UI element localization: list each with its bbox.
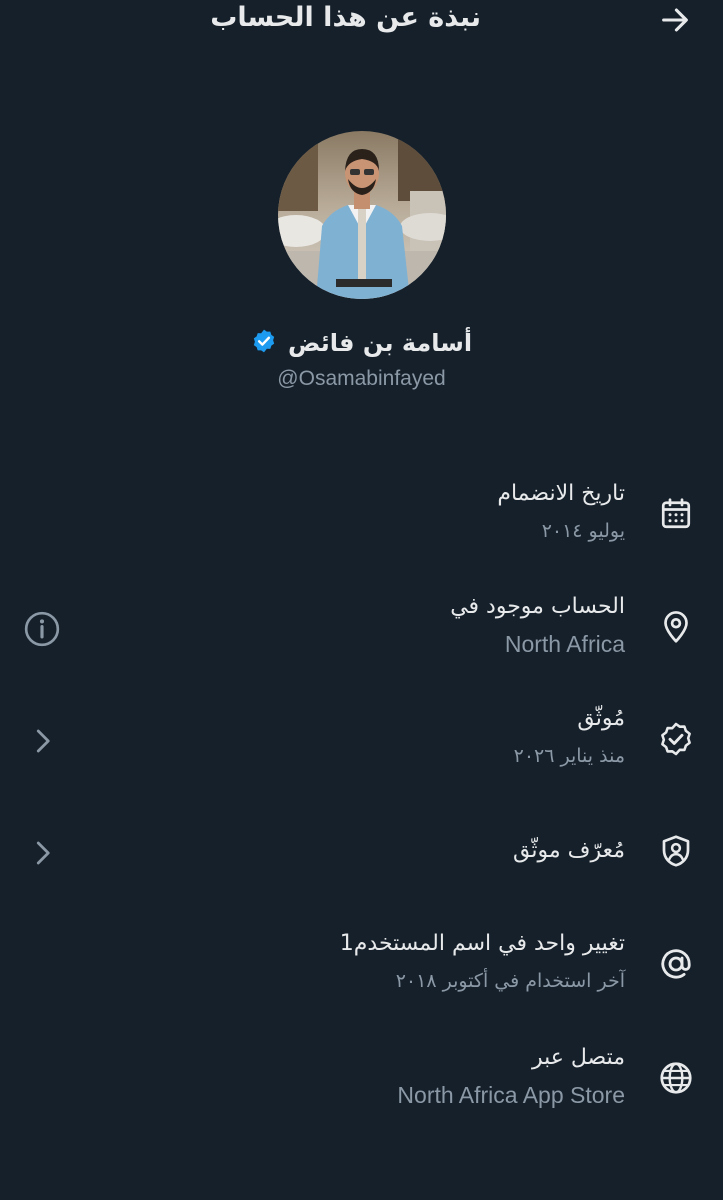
calendar-icon	[658, 496, 694, 532]
avatar[interactable]	[278, 131, 446, 299]
display-name-row: أسامة بن فائض	[0, 328, 723, 358]
display-name: أسامة بن فائض	[288, 329, 473, 357]
row-subtitle: منذ يناير ٢٠٢٦	[513, 745, 625, 767]
connected-via-row: متصل عبر North Africa App Store	[0, 1040, 723, 1130]
row-title: تاريخ الانضمام	[497, 481, 625, 506]
account-location-text: الحساب موجود في North Africa	[450, 591, 625, 659]
verified-badge-outline-icon	[658, 721, 694, 757]
verified-row[interactable]: مُوثّق منذ يناير ٢٠٢٦	[0, 701, 723, 791]
row-title: الحساب موجود في	[450, 594, 625, 619]
username-change-text: تغيير واحد في اسم المستخدم1 آخر استخدام …	[340, 928, 625, 996]
verified-chevron[interactable]	[22, 721, 62, 761]
row-subtitle: يوليو ٢٠١٤	[541, 520, 625, 542]
location-pin-icon	[658, 609, 694, 645]
username-change-row: تغيير واحد في اسم المستخدم1 آخر استخدام …	[0, 926, 723, 1016]
verified-text: مُوثّق منذ يناير ٢٠٢٦	[514, 703, 625, 771]
row-subtitle: آخر استخدام في أكتوبر ٢٠١٨	[395, 970, 625, 992]
at-sign-icon	[658, 946, 694, 982]
row-subtitle: North Africa App Store	[397, 1082, 625, 1108]
info-button[interactable]	[22, 609, 62, 649]
chevron-left-icon	[36, 729, 50, 753]
verified-id-text: مُعرّف موثّق	[513, 835, 625, 867]
row-title: مُوثّق	[577, 706, 625, 731]
account-location-row: الحساب موجود في North Africa	[0, 589, 723, 679]
info-icon	[24, 611, 60, 647]
arrow-right-icon	[662, 8, 688, 32]
connected-via-text: متصل عبر North Africa App Store	[397, 1042, 625, 1110]
user-handle: @Osamabinfayed	[277, 367, 446, 390]
join-date-row: تاريخ الانضمام يوليو ٢٠١٤	[0, 476, 723, 566]
page-title: نبذة عن هذا الحساب	[210, 2, 481, 33]
row-title: متصل عبر	[531, 1045, 625, 1070]
row-title: تغيير واحد في اسم المستخدم1	[339, 931, 625, 956]
row-subtitle: North Africa	[504, 631, 625, 657]
id-shield-icon	[658, 833, 694, 869]
profile-photo	[278, 131, 446, 299]
back-button[interactable]	[655, 0, 695, 40]
verified-id-chevron[interactable]	[22, 833, 62, 873]
chevron-left-icon	[36, 841, 50, 865]
verified-id-row[interactable]: مُعرّف موثّق	[0, 831, 723, 921]
top-bar: نبذة عن هذا الحساب	[0, 0, 723, 40]
join-date-text: تاريخ الانضمام يوليو ٢٠١٤	[497, 478, 625, 546]
verified-badge-icon	[251, 328, 277, 358]
globe-icon	[658, 1060, 694, 1096]
row-title: مُعرّف موثّق	[513, 838, 625, 863]
